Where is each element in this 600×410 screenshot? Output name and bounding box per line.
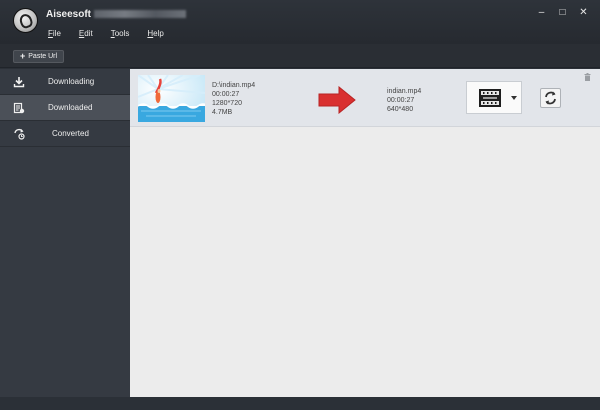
output-name: indian.mp4 bbox=[387, 88, 422, 95]
plus-icon: + bbox=[20, 51, 26, 61]
menu-tools[interactable]: Tools bbox=[111, 29, 130, 38]
sidebar-item-downloading[interactable]: Downloading bbox=[0, 69, 130, 95]
video-thumbnail bbox=[138, 75, 205, 122]
source-resolution: 1280*720 bbox=[212, 100, 242, 107]
maximize-button[interactable]: □ bbox=[556, 6, 569, 19]
trash-icon[interactable] bbox=[584, 73, 591, 81]
paste-url-label: Paste Url bbox=[28, 53, 58, 60]
title-bar: Aiseesoft File Edit Tools Help – □ ✕ bbox=[0, 0, 600, 44]
menu-bar: File Edit Tools Help bbox=[48, 29, 164, 38]
app-title-blurred bbox=[94, 10, 186, 18]
video-format-icon bbox=[479, 89, 501, 107]
output-duration: 00:00:27 bbox=[387, 97, 415, 104]
source-duration: 00:00:27 bbox=[212, 91, 240, 98]
convert-arrow-icon bbox=[318, 86, 356, 114]
download-icon bbox=[13, 76, 25, 87]
list-item[interactable]: D:\indian.mp4 00:00:27 1280*720 4.7MB in… bbox=[130, 69, 600, 127]
main-panel: D:\indian.mp4 00:00:27 1280*720 4.7MB in… bbox=[130, 69, 600, 397]
sidebar-item-label: Downloading bbox=[48, 77, 95, 86]
toolbar: + Paste Url bbox=[0, 44, 600, 68]
minimize-button[interactable]: – bbox=[535, 6, 548, 19]
sidebar-item-label: Downloaded bbox=[48, 103, 93, 112]
paste-url-button[interactable]: + Paste Url bbox=[13, 50, 65, 63]
source-info: D:\indian.mp4 00:00:27 1280*720 4.7MB bbox=[212, 81, 255, 117]
menu-edit[interactable]: Edit bbox=[79, 29, 93, 38]
app-window: Aiseesoft File Edit Tools Help – □ ✕ + P… bbox=[0, 0, 600, 410]
converted-icon bbox=[14, 128, 25, 140]
source-size: 4.7MB bbox=[212, 109, 233, 116]
menu-help[interactable]: Help bbox=[147, 29, 163, 38]
app-logo-icon bbox=[13, 8, 38, 33]
status-bar bbox=[0, 397, 600, 410]
sidebar-item-label: Converted bbox=[52, 129, 89, 138]
sidebar-item-converted[interactable]: Converted bbox=[0, 121, 130, 147]
sidebar: Downloading Downloaded Converted bbox=[0, 69, 130, 397]
window-controls: – □ ✕ bbox=[535, 6, 590, 19]
sidebar-item-downloaded[interactable]: Downloaded bbox=[0, 95, 130, 121]
close-button[interactable]: ✕ bbox=[577, 6, 590, 19]
downloaded-list-icon bbox=[13, 102, 25, 113]
chevron-down-icon[interactable] bbox=[511, 96, 517, 100]
output-info: indian.mp4 00:00:27 640*480 bbox=[387, 87, 421, 114]
convert-button[interactable] bbox=[540, 88, 561, 108]
app-title: Aiseesoft bbox=[46, 9, 92, 20]
source-path: D:\indian.mp4 bbox=[212, 82, 256, 89]
menu-file[interactable]: File bbox=[48, 29, 61, 38]
refresh-icon bbox=[545, 91, 556, 105]
output-resolution: 640*480 bbox=[387, 106, 414, 113]
output-format-selector[interactable] bbox=[466, 81, 522, 114]
